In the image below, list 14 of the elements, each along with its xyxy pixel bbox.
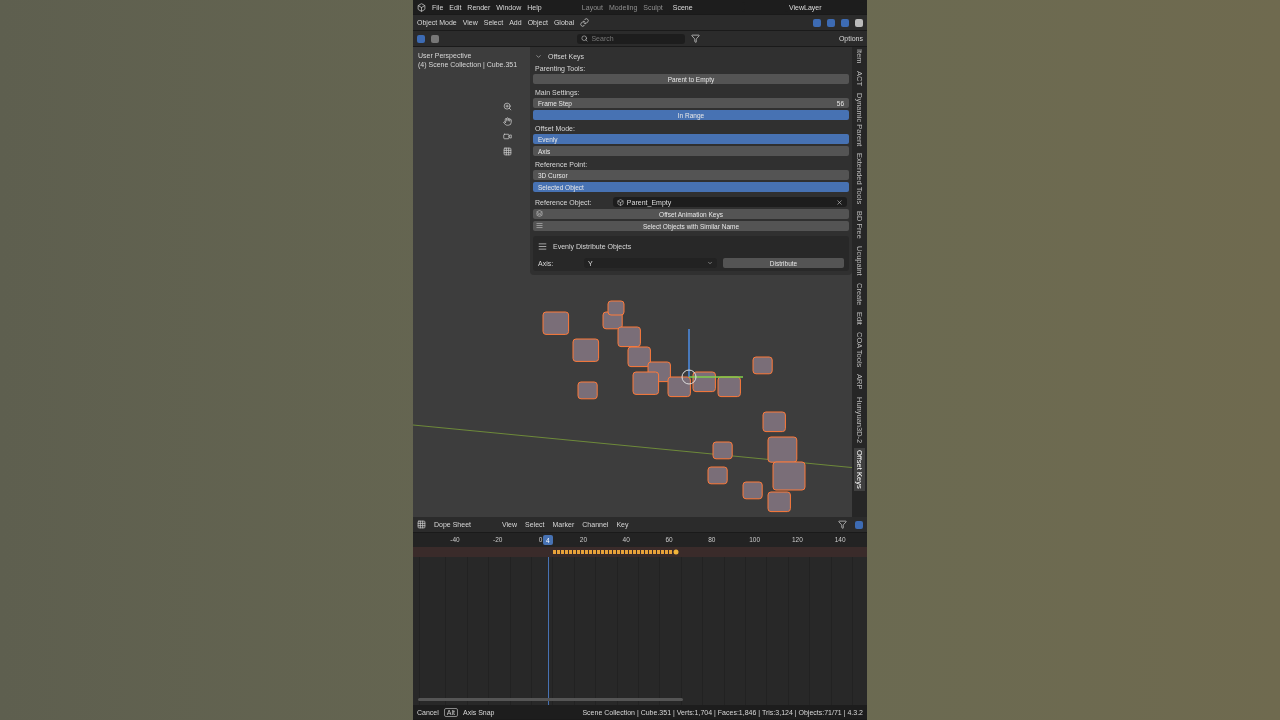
chevron-icon <box>707 260 713 266</box>
filter-icon <box>691 34 701 43</box>
grid-icon <box>503 147 512 156</box>
camera-icon <box>503 132 512 141</box>
filter-icon <box>838 520 847 529</box>
hand-icon <box>503 117 512 126</box>
link-icon <box>580 18 590 27</box>
zoom-icon <box>503 102 512 111</box>
sort-icon <box>536 222 543 229</box>
object-icon <box>616 198 624 206</box>
chevron-icon <box>535 53 542 60</box>
close-icon <box>836 198 843 206</box>
list-icon <box>538 242 547 251</box>
search-icon <box>581 35 589 42</box>
